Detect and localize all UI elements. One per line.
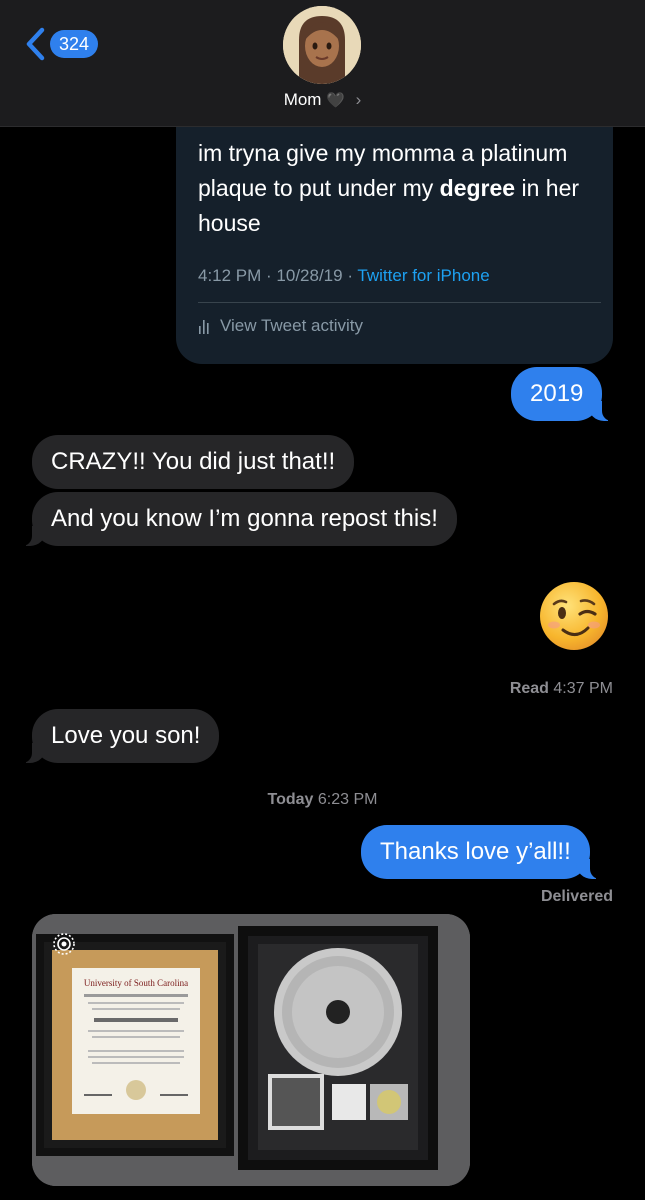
photo-image: University of South Carolina bbox=[32, 914, 470, 1186]
bar-chart-icon bbox=[199, 320, 209, 334]
contact-name-button[interactable]: Mom 🖤 › bbox=[0, 90, 645, 110]
chevron-right-icon: › bbox=[355, 90, 362, 109]
message-outgoing-2019[interactable]: 2019 bbox=[511, 367, 613, 421]
tweet-bold-word: degree bbox=[439, 175, 516, 201]
tweet-time: 4:12 PM bbox=[198, 266, 262, 285]
tweet-meta: 4:12 PM · 10/28/19 · Twitter for iPhone bbox=[198, 266, 490, 285]
tweet-link-preview[interactable]: im tryna give my momma a platinum plaque… bbox=[176, 96, 613, 364]
heart-emoji: 🖤 bbox=[326, 92, 345, 109]
live-photo-icon[interactable] bbox=[52, 932, 76, 956]
read-receipt: Read 4:37 PM bbox=[509, 680, 613, 697]
tweet-date: 10/28/19 bbox=[276, 266, 343, 285]
tweet-activity-label: View Tweet activity bbox=[220, 316, 363, 335]
chevron-left-icon bbox=[26, 27, 45, 61]
contact-avatar[interactable] bbox=[283, 6, 361, 84]
contact-name: Mom bbox=[283, 90, 322, 109]
conversation-header: 324 Mom 🖤 › bbox=[0, 0, 645, 127]
winking-face-emoji[interactable] bbox=[538, 580, 610, 652]
message-incoming-crazy[interactable]: CRAZY!! You did just that!! bbox=[32, 435, 355, 489]
message-outgoing-thanks[interactable]: Thanks love y’all!! bbox=[361, 825, 600, 879]
photo-message[interactable]: University of South Carolina bbox=[32, 914, 470, 1186]
unread-count-badge[interactable]: 324 bbox=[50, 30, 99, 58]
timestamp-divider: Today 6:23 PM bbox=[267, 791, 378, 808]
tweet-source[interactable]: Twitter for iPhone bbox=[357, 266, 489, 285]
tweet-activity-link[interactable]: View Tweet activity bbox=[198, 316, 363, 336]
diploma-title: University of South Carolina bbox=[84, 978, 188, 988]
message-incoming-love[interactable]: Love you son! bbox=[21, 709, 220, 763]
message-incoming-repost[interactable]: And you know I’m gonna repost this! bbox=[22, 492, 457, 546]
back-button[interactable]: 324 bbox=[24, 26, 99, 62]
memoji-image bbox=[283, 6, 361, 84]
delivered-status: Delivered bbox=[540, 888, 613, 905]
divider bbox=[198, 302, 601, 303]
tweet-text: im tryna give my momma a platinum plaque… bbox=[198, 140, 580, 236]
